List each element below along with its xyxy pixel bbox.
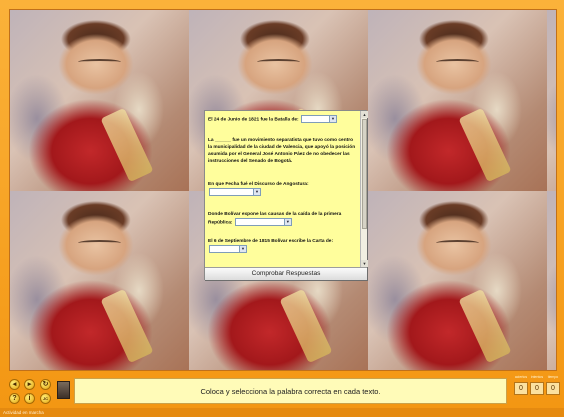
portrait-tile — [547, 10, 556, 191]
question-5-text: El 6 de Septiembre de 1815 Bolívar escri… — [208, 238, 334, 244]
answer-blank-2[interactable]: ______ — [215, 138, 231, 143]
scroll-up-icon[interactable]: ▲ — [361, 111, 368, 118]
counter-aciertos: 0 — [514, 382, 528, 395]
question-2-lead: La — [208, 138, 214, 144]
help-icon[interactable]: ? — [9, 393, 20, 404]
arrow-left-icon[interactable]: ◂ — [9, 379, 20, 390]
question-1: El 24 de Junio de 1821 fue la Batalla de… — [208, 115, 357, 123]
portrait-tile — [10, 191, 189, 370]
scroll-down-icon[interactable]: ▼ — [361, 260, 368, 267]
question-4: Donde Bolívar expone las causas de la ca… — [208, 211, 357, 226]
chevron-down-icon: ▼ — [329, 116, 336, 122]
portrait-tile — [10, 10, 189, 191]
question-3: En que Fecha fué el Discurso de Angostur… — [208, 181, 357, 197]
quiz-panel: El 24 de Junio de 1821 fue la Batalla de… — [204, 110, 368, 280]
chevron-down-icon: ▼ — [239, 245, 246, 252]
reload-icon[interactable]: ↻ — [40, 379, 51, 390]
counter-intentos: 0 — [530, 382, 544, 395]
chevron-down-icon: ▼ — [283, 218, 291, 225]
bottom-toolbar: ◂ ▸ ↻ ? i JC Coloca y selecciona la pala… — [0, 372, 564, 408]
scroll-thumb[interactable] — [362, 119, 367, 229]
quiz-text-area: El 24 de Junio de 1821 fue la Batalla de… — [205, 111, 360, 267]
answer-select-3[interactable]: ▼ — [209, 188, 261, 197]
portrait-tile — [547, 191, 556, 370]
check-answers-button[interactable]: Comprobar Respuestas — [205, 267, 367, 280]
counter-label-tiempo: tiempo — [547, 375, 559, 379]
portrait-tile — [368, 191, 547, 370]
answer-select-4[interactable]: ▼ — [234, 217, 292, 226]
answer-select-1[interactable]: ▼ — [301, 115, 337, 123]
question-1-text: El 24 de Junio de 1821 fue la Batalla de… — [208, 117, 299, 123]
counter-tiempo: 0 — [546, 382, 560, 395]
jclic-logo-icon[interactable]: JC — [40, 393, 51, 404]
status-bar: Actividad en marcha — [0, 408, 564, 417]
portrait-tile — [368, 10, 547, 191]
question-2: La ______ fue un movimiento separatista … — [208, 137, 357, 165]
instruction-message: Coloca y selecciona la palabra correcta … — [74, 378, 507, 404]
vertical-scrollbar[interactable]: ▲ ▼ — [360, 111, 368, 267]
arrow-right-icon[interactable]: ▸ — [24, 379, 35, 390]
answer-select-5[interactable]: ▼ — [209, 244, 247, 253]
chevron-down-icon: ▼ — [253, 189, 260, 196]
info-icon[interactable]: i — [24, 393, 35, 404]
question-3-text: En que Fecha fué el Discurso de Angostur… — [208, 182, 309, 188]
question-5: El 6 de Septiembre de 1815 Bolívar escri… — [208, 238, 357, 253]
question-2-text: fue un movimiento separatista que tuvo c… — [208, 138, 356, 165]
activity-thumbnail — [57, 381, 70, 399]
